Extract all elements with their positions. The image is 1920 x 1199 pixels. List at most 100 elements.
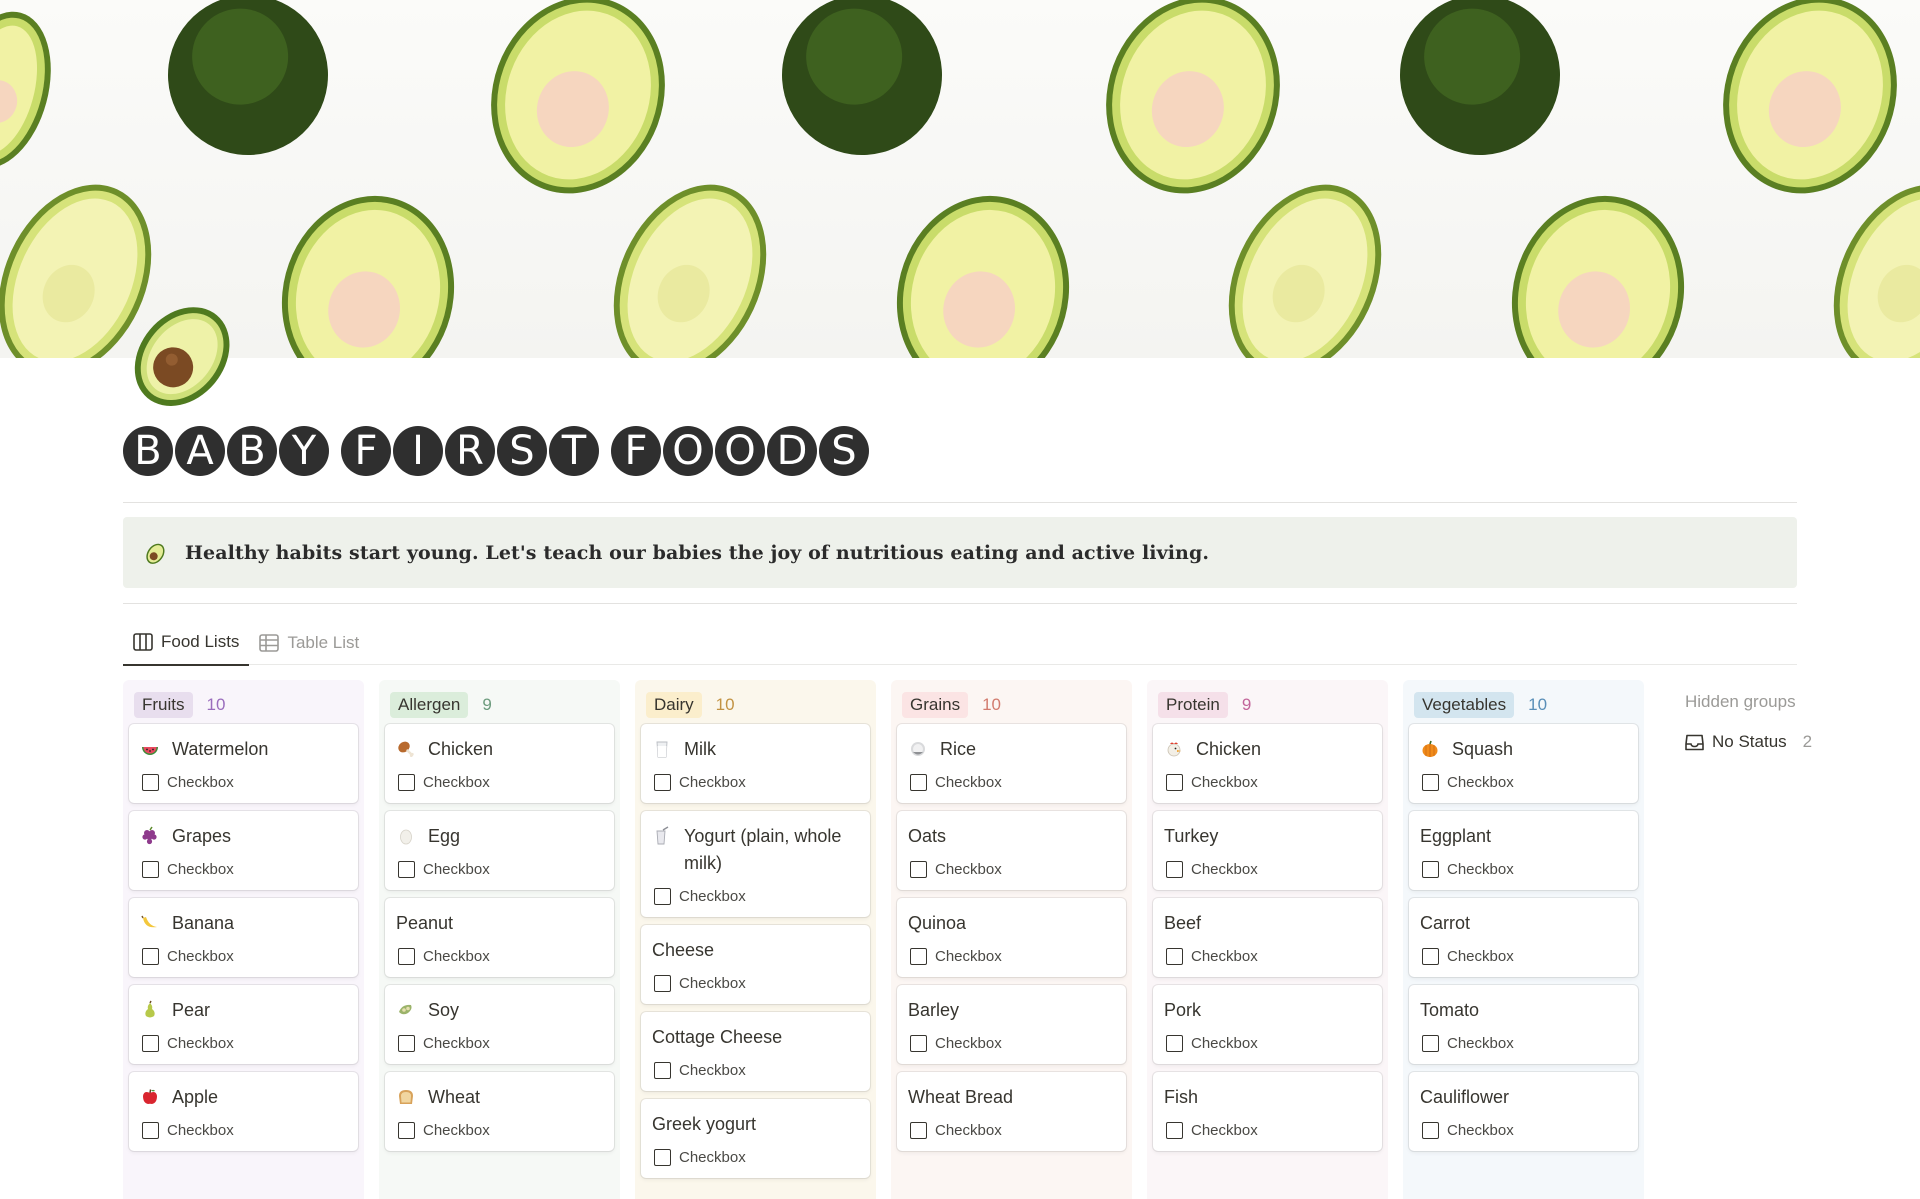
checkbox[interactable] bbox=[1422, 1122, 1439, 1139]
checkbox[interactable] bbox=[1166, 1122, 1183, 1139]
checkbox[interactable] bbox=[654, 774, 671, 791]
food-card[interactable]: Soy Checkbox bbox=[385, 985, 614, 1064]
food-card[interactable]: Fish Checkbox bbox=[1153, 1072, 1382, 1151]
food-card[interactable]: Carrot Checkbox bbox=[1409, 898, 1638, 977]
checkbox[interactable] bbox=[910, 774, 927, 791]
checkbox[interactable] bbox=[1166, 948, 1183, 965]
checkbox[interactable] bbox=[142, 1122, 159, 1139]
card-checkbox-row: Checkbox bbox=[140, 948, 346, 965]
column-header[interactable]: Fruits 10 bbox=[129, 686, 358, 724]
checkbox[interactable] bbox=[398, 861, 415, 878]
checkbox-label: Checkbox bbox=[423, 1122, 490, 1139]
food-card[interactable]: Barley Checkbox bbox=[897, 985, 1126, 1064]
column-header[interactable]: Allergen 9 bbox=[385, 686, 614, 724]
food-card[interactable]: Cheese Checkbox bbox=[641, 925, 870, 1004]
checkbox[interactable] bbox=[654, 1149, 671, 1166]
food-card[interactable]: Quinoa Checkbox bbox=[897, 898, 1126, 977]
food-card[interactable]: Milk Checkbox bbox=[641, 724, 870, 803]
column-header[interactable]: Dairy 10 bbox=[641, 686, 870, 724]
avocado-whole bbox=[1400, 0, 1560, 155]
column-count: 9 bbox=[482, 695, 492, 714]
tab-food-lists[interactable]: Food Lists bbox=[123, 620, 250, 666]
checkbox[interactable] bbox=[398, 1122, 415, 1139]
food-card[interactable]: Chicken Checkbox bbox=[385, 724, 614, 803]
column-tag: Allergen bbox=[390, 691, 469, 719]
table-icon bbox=[259, 633, 280, 652]
checkbox[interactable] bbox=[1422, 774, 1439, 791]
food-card[interactable]: Greek yogurt Checkbox bbox=[641, 1099, 870, 1178]
food-card[interactable]: Egg Checkbox bbox=[385, 811, 614, 890]
avocado-whole bbox=[782, 0, 942, 155]
food-card[interactable]: Chicken Checkbox bbox=[1153, 724, 1382, 803]
checkbox[interactable] bbox=[1422, 1035, 1439, 1052]
food-card[interactable]: Tomato Checkbox bbox=[1409, 985, 1638, 1064]
food-card[interactable]: Eggplant Checkbox bbox=[1409, 811, 1638, 890]
column-header[interactable]: Protein 9 bbox=[1153, 686, 1382, 724]
checkbox-label: Checkbox bbox=[935, 774, 1002, 791]
checkbox[interactable] bbox=[910, 861, 927, 878]
card-title: Soy bbox=[396, 997, 602, 1024]
column-header[interactable]: Grains 10 bbox=[897, 686, 1126, 724]
food-card[interactable]: Pear Checkbox bbox=[129, 985, 358, 1064]
card-checkbox-row: Checkbox bbox=[1164, 948, 1370, 965]
callout-text: Healthy habits start young. Let's teach … bbox=[185, 541, 1210, 564]
checkbox-label: Checkbox bbox=[167, 774, 234, 791]
checkbox[interactable] bbox=[1166, 861, 1183, 878]
card-title-text: Chicken bbox=[428, 739, 494, 759]
checkbox[interactable] bbox=[1166, 774, 1183, 791]
checkbox-label: Checkbox bbox=[679, 975, 746, 992]
food-card[interactable]: Banana Checkbox bbox=[129, 898, 358, 977]
checkbox[interactable] bbox=[910, 1122, 927, 1139]
card-title-text: Turkey bbox=[1164, 826, 1219, 846]
food-card[interactable]: Rice Checkbox bbox=[897, 724, 1126, 803]
checkbox[interactable] bbox=[654, 975, 671, 992]
food-card[interactable]: Pork Checkbox bbox=[1153, 985, 1382, 1064]
food-card[interactable]: Watermelon Checkbox bbox=[129, 724, 358, 803]
avocado-whole bbox=[168, 0, 328, 155]
food-card[interactable]: Peanut Checkbox bbox=[385, 898, 614, 977]
checkbox[interactable] bbox=[142, 948, 159, 965]
column-tag: Fruits bbox=[134, 691, 193, 719]
card-title-text: Greek yogurt bbox=[652, 1114, 757, 1134]
board-column-fruits: Fruits 10 Watermelon Checkbox Grapes Checkbox… bbox=[123, 680, 364, 1199]
checkbox[interactable] bbox=[654, 888, 671, 905]
checkbox[interactable] bbox=[1166, 1035, 1183, 1052]
food-card[interactable]: Apple Checkbox bbox=[129, 1072, 358, 1151]
column-header[interactable]: Vegetables 10 bbox=[1409, 686, 1638, 724]
food-card[interactable]: Grapes Checkbox bbox=[129, 811, 358, 890]
food-card[interactable]: Oats Checkbox bbox=[897, 811, 1126, 890]
card-title: Chicken bbox=[1164, 736, 1370, 763]
checkbox[interactable] bbox=[1422, 948, 1439, 965]
checkbox-label: Checkbox bbox=[167, 861, 234, 878]
food-card[interactable]: Cottage Cheese Checkbox bbox=[641, 1012, 870, 1091]
checkbox-label: Checkbox bbox=[935, 861, 1002, 878]
food-card[interactable]: Squash Checkbox bbox=[1409, 724, 1638, 803]
hidden-group-no-status[interactable]: No Status 2 bbox=[1685, 732, 1812, 752]
title-letter: F bbox=[341, 426, 391, 476]
card-title: Carrot bbox=[1420, 910, 1626, 937]
checkbox[interactable] bbox=[398, 1035, 415, 1052]
food-card[interactable]: Beef Checkbox bbox=[1153, 898, 1382, 977]
checkbox[interactable] bbox=[910, 948, 927, 965]
card-title-text: Cottage Cheese bbox=[652, 1027, 783, 1047]
card-title-text: Cauliflower bbox=[1420, 1087, 1510, 1107]
food-card[interactable]: Cauliflower Checkbox bbox=[1409, 1072, 1638, 1151]
food-card[interactable]: Yogurt (plain, whole milk) Checkbox bbox=[641, 811, 870, 917]
checkbox[interactable] bbox=[398, 774, 415, 791]
checkbox-label: Checkbox bbox=[935, 1122, 1002, 1139]
tab-table-list[interactable]: Table List bbox=[249, 620, 369, 665]
food-card[interactable]: Wheat Checkbox bbox=[385, 1072, 614, 1151]
food-card[interactable]: Turkey Checkbox bbox=[1153, 811, 1382, 890]
checkbox[interactable] bbox=[654, 1062, 671, 1079]
card-title-text: Watermelon bbox=[172, 739, 269, 759]
checkbox[interactable] bbox=[142, 861, 159, 878]
checkbox[interactable] bbox=[142, 1035, 159, 1052]
checkbox[interactable] bbox=[142, 774, 159, 791]
title-letter: D bbox=[767, 426, 817, 476]
food-card[interactable]: Wheat Bread Checkbox bbox=[897, 1072, 1126, 1151]
callout-divider bbox=[123, 603, 1797, 604]
checkbox[interactable] bbox=[910, 1035, 927, 1052]
checkbox[interactable] bbox=[398, 948, 415, 965]
card-title: Fish bbox=[1164, 1084, 1370, 1111]
checkbox[interactable] bbox=[1422, 861, 1439, 878]
